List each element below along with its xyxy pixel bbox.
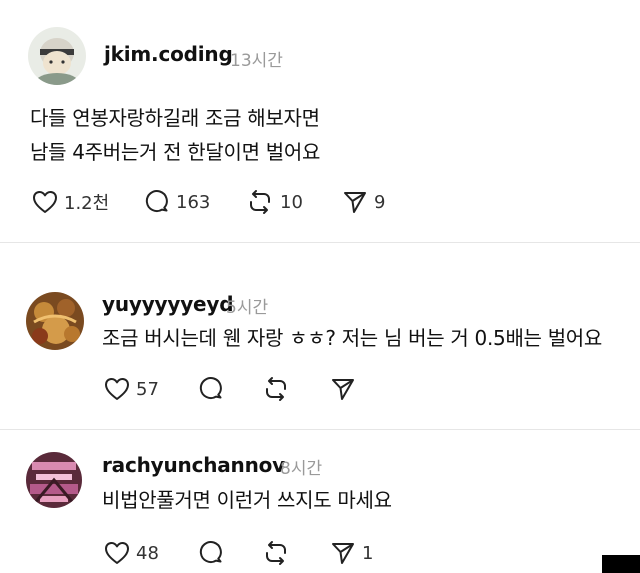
post-time: 8시간: [280, 459, 323, 479]
username[interactable]: rachyunchannov: [102, 453, 285, 477]
post-time: 5시간: [226, 298, 269, 318]
corner-block: [602, 555, 640, 573]
reply-button[interactable]: [198, 374, 224, 404]
heart-icon: [104, 541, 130, 565]
reply-text: 조금 버시는데 웬 자랑 ㅎㅎ? 저는 님 버는 거 0.5배는 벌어요: [102, 326, 602, 350]
share-count: 9: [374, 191, 386, 213]
avatar[interactable]: [26, 292, 84, 350]
like-count: 48: [136, 542, 159, 564]
share-button[interactable]: 1: [330, 538, 373, 568]
post-time: 13시간: [230, 51, 283, 71]
action-bar: 1.2천 163 10 9: [0, 187, 640, 217]
speech-bubble-icon: [144, 189, 170, 215]
action-bar: 57: [0, 374, 640, 404]
send-icon: [342, 189, 368, 215]
like-button[interactable]: 48: [104, 538, 159, 568]
like-count: 57: [136, 378, 159, 400]
reply-count: 163: [176, 191, 211, 213]
repost-button[interactable]: [262, 538, 290, 568]
like-button[interactable]: 1.2천: [32, 187, 109, 217]
repost-button[interactable]: [262, 374, 290, 404]
reply-button[interactable]: 163: [144, 187, 210, 217]
repost-button[interactable]: 10: [246, 187, 303, 217]
share-count: 1: [362, 542, 374, 564]
speech-bubble-icon: [198, 376, 224, 402]
share-button[interactable]: [330, 374, 356, 404]
main-post: jkim.coding 13시간 다들 연봉자랑하길래 조금 해보자면 남들 4…: [0, 0, 640, 242]
username[interactable]: jkim.coding: [104, 42, 233, 66]
send-icon: [330, 376, 356, 402]
like-count: 1.2천: [64, 193, 110, 214]
post-text-line-1: 다들 연봉자랑하길래 조금 해보자면: [30, 106, 320, 130]
reply-text: 비법안풀거면 이런거 쓰지도 마세요: [102, 488, 392, 512]
username[interactable]: yuyyyyyeyd: [102, 292, 234, 316]
speech-bubble-icon: [198, 540, 224, 566]
heart-icon: [32, 190, 58, 214]
post-text-line-2: 남들 4주버는거 전 한달이면 벌어요: [30, 140, 321, 164]
share-button[interactable]: 9: [342, 187, 385, 217]
action-bar: 48 1: [0, 538, 640, 568]
reply-button[interactable]: [198, 538, 224, 568]
like-button[interactable]: 57: [104, 374, 159, 404]
avatar[interactable]: [26, 452, 82, 508]
avatar[interactable]: [28, 27, 86, 85]
send-icon: [330, 540, 356, 566]
heart-icon: [104, 377, 130, 401]
repost-count: 10: [280, 191, 303, 213]
repost-icon: [246, 189, 274, 215]
repost-icon: [262, 540, 290, 566]
repost-icon: [262, 376, 290, 402]
